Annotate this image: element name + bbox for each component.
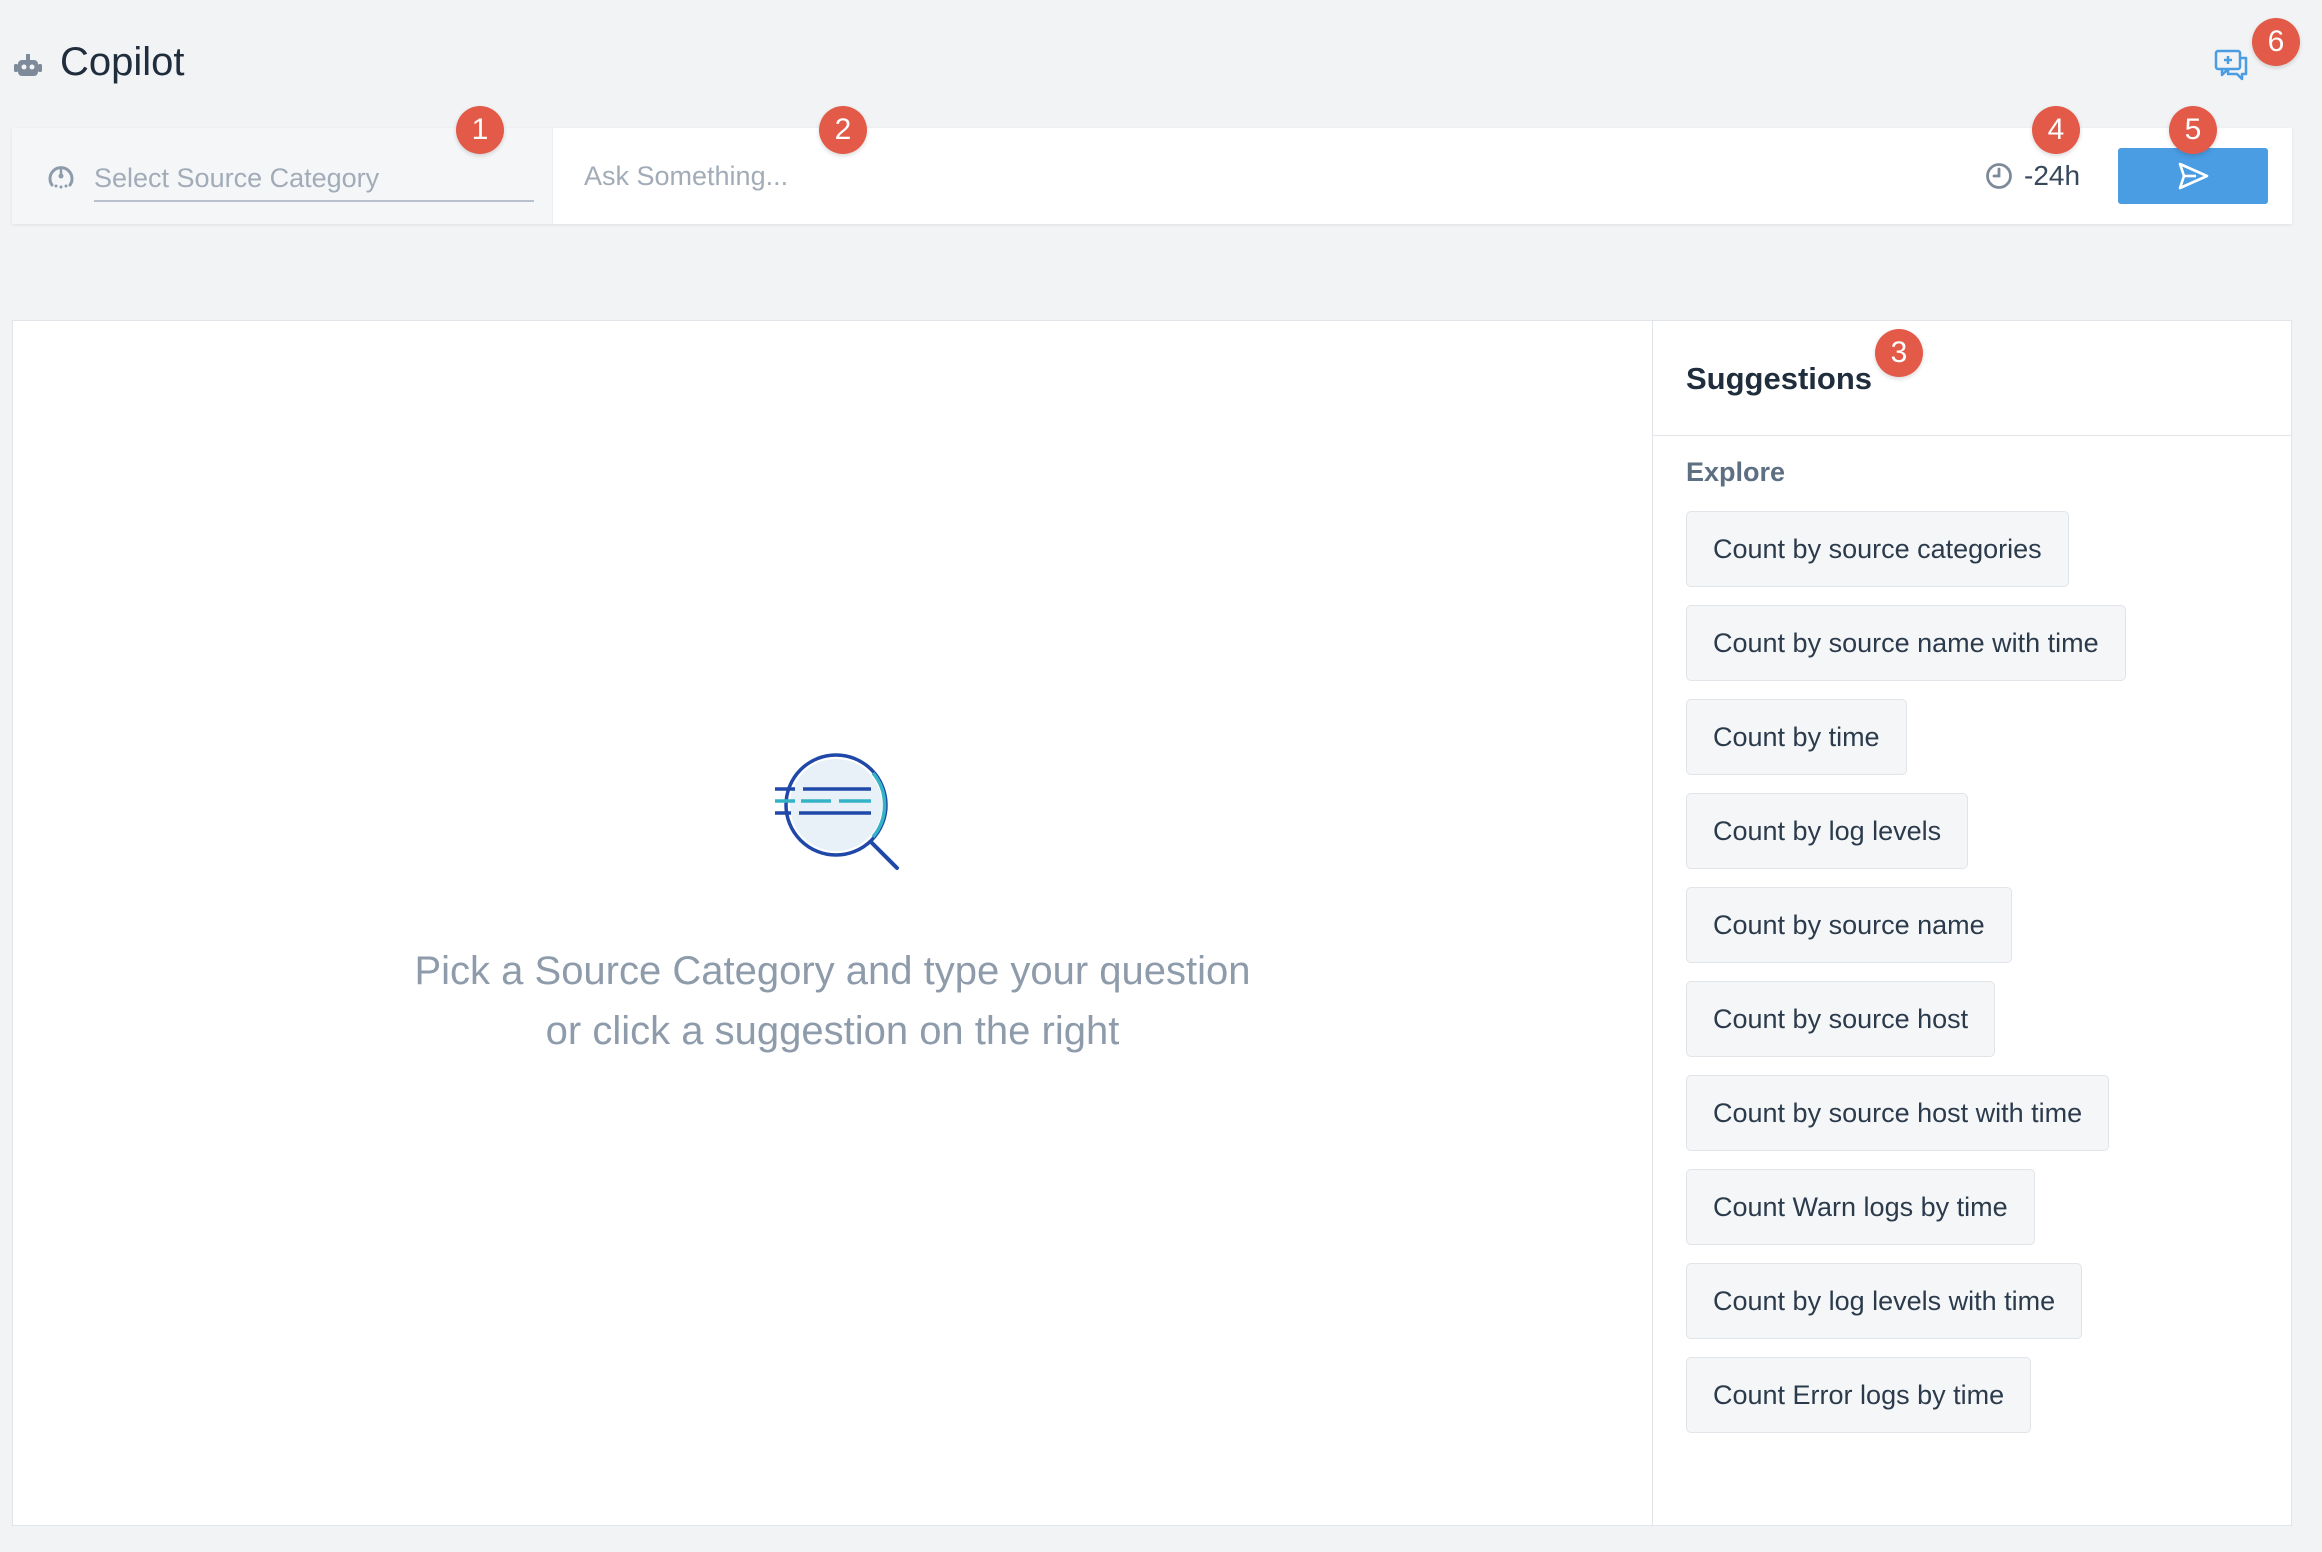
explore-section-label: Explore bbox=[1686, 457, 1786, 487]
source-category-icon bbox=[48, 166, 74, 189]
suggestion-chip[interactable]: Count by log levels with time bbox=[1686, 1263, 2083, 1339]
suggestion-list: Count by source categories Count by sour… bbox=[1686, 511, 2126, 1451]
marker-4: 4 bbox=[2032, 106, 2080, 154]
suggestion-chip[interactable]: Count by source name bbox=[1686, 887, 2012, 963]
suggestions-panel: Suggestions Explore Count by source cate… bbox=[1652, 321, 2292, 1525]
ask-input[interactable] bbox=[584, 152, 1964, 200]
robot-icon bbox=[14, 54, 42, 76]
empty-state-line-1: Pick a Source Category and type your que… bbox=[414, 949, 1251, 993]
marker-3: 3 bbox=[1875, 329, 1923, 377]
app-header: Copilot 6 bbox=[0, 0, 2322, 120]
empty-state-line-2: or click a suggestion on the right bbox=[545, 1009, 1120, 1053]
marker-5: 5 bbox=[2169, 106, 2217, 154]
query-bar: -24h bbox=[12, 128, 2292, 224]
empty-state: Pick a Source Category and type your que… bbox=[13, 321, 1652, 1525]
app-title: Copilot bbox=[60, 40, 185, 84]
send-icon bbox=[2178, 162, 2209, 190]
suggestion-chip[interactable]: Count by time bbox=[1686, 699, 1907, 775]
search-logs-icon bbox=[775, 753, 899, 870]
suggestion-chip[interactable]: Count Error logs by time bbox=[1686, 1357, 2032, 1433]
clock-icon bbox=[1986, 163, 2012, 189]
suggestion-chip[interactable]: Count Warn logs by time bbox=[1686, 1169, 2035, 1245]
suggestions-title: Suggestions bbox=[1686, 361, 1873, 396]
suggestion-chip[interactable]: Count by source host bbox=[1686, 981, 1996, 1057]
suggestion-chip[interactable]: Count by source categories bbox=[1686, 511, 2069, 587]
time-range-selector[interactable]: -24h bbox=[1984, 156, 2080, 196]
empty-state-message: Pick a Source Category and type your que… bbox=[13, 941, 1652, 1061]
suggestion-chip[interactable]: Count by log levels bbox=[1686, 793, 1969, 869]
send-button[interactable] bbox=[2118, 148, 2268, 204]
time-range-label: -24h bbox=[2024, 160, 2081, 191]
main-panel: Pick a Source Category and type your que… bbox=[12, 320, 2292, 1526]
suggestion-chip[interactable]: Count by source name with time bbox=[1686, 605, 2126, 681]
source-category-input[interactable] bbox=[94, 156, 534, 202]
suggestion-chip[interactable]: Count by source host with time bbox=[1686, 1075, 2110, 1151]
marker-6: 6 bbox=[2252, 18, 2300, 66]
suggestions-header: Suggestions bbox=[1653, 321, 2292, 436]
feedback-chat-icon[interactable] bbox=[2214, 48, 2250, 82]
marker-2: 2 bbox=[819, 106, 867, 154]
marker-1: 1 bbox=[456, 106, 504, 154]
